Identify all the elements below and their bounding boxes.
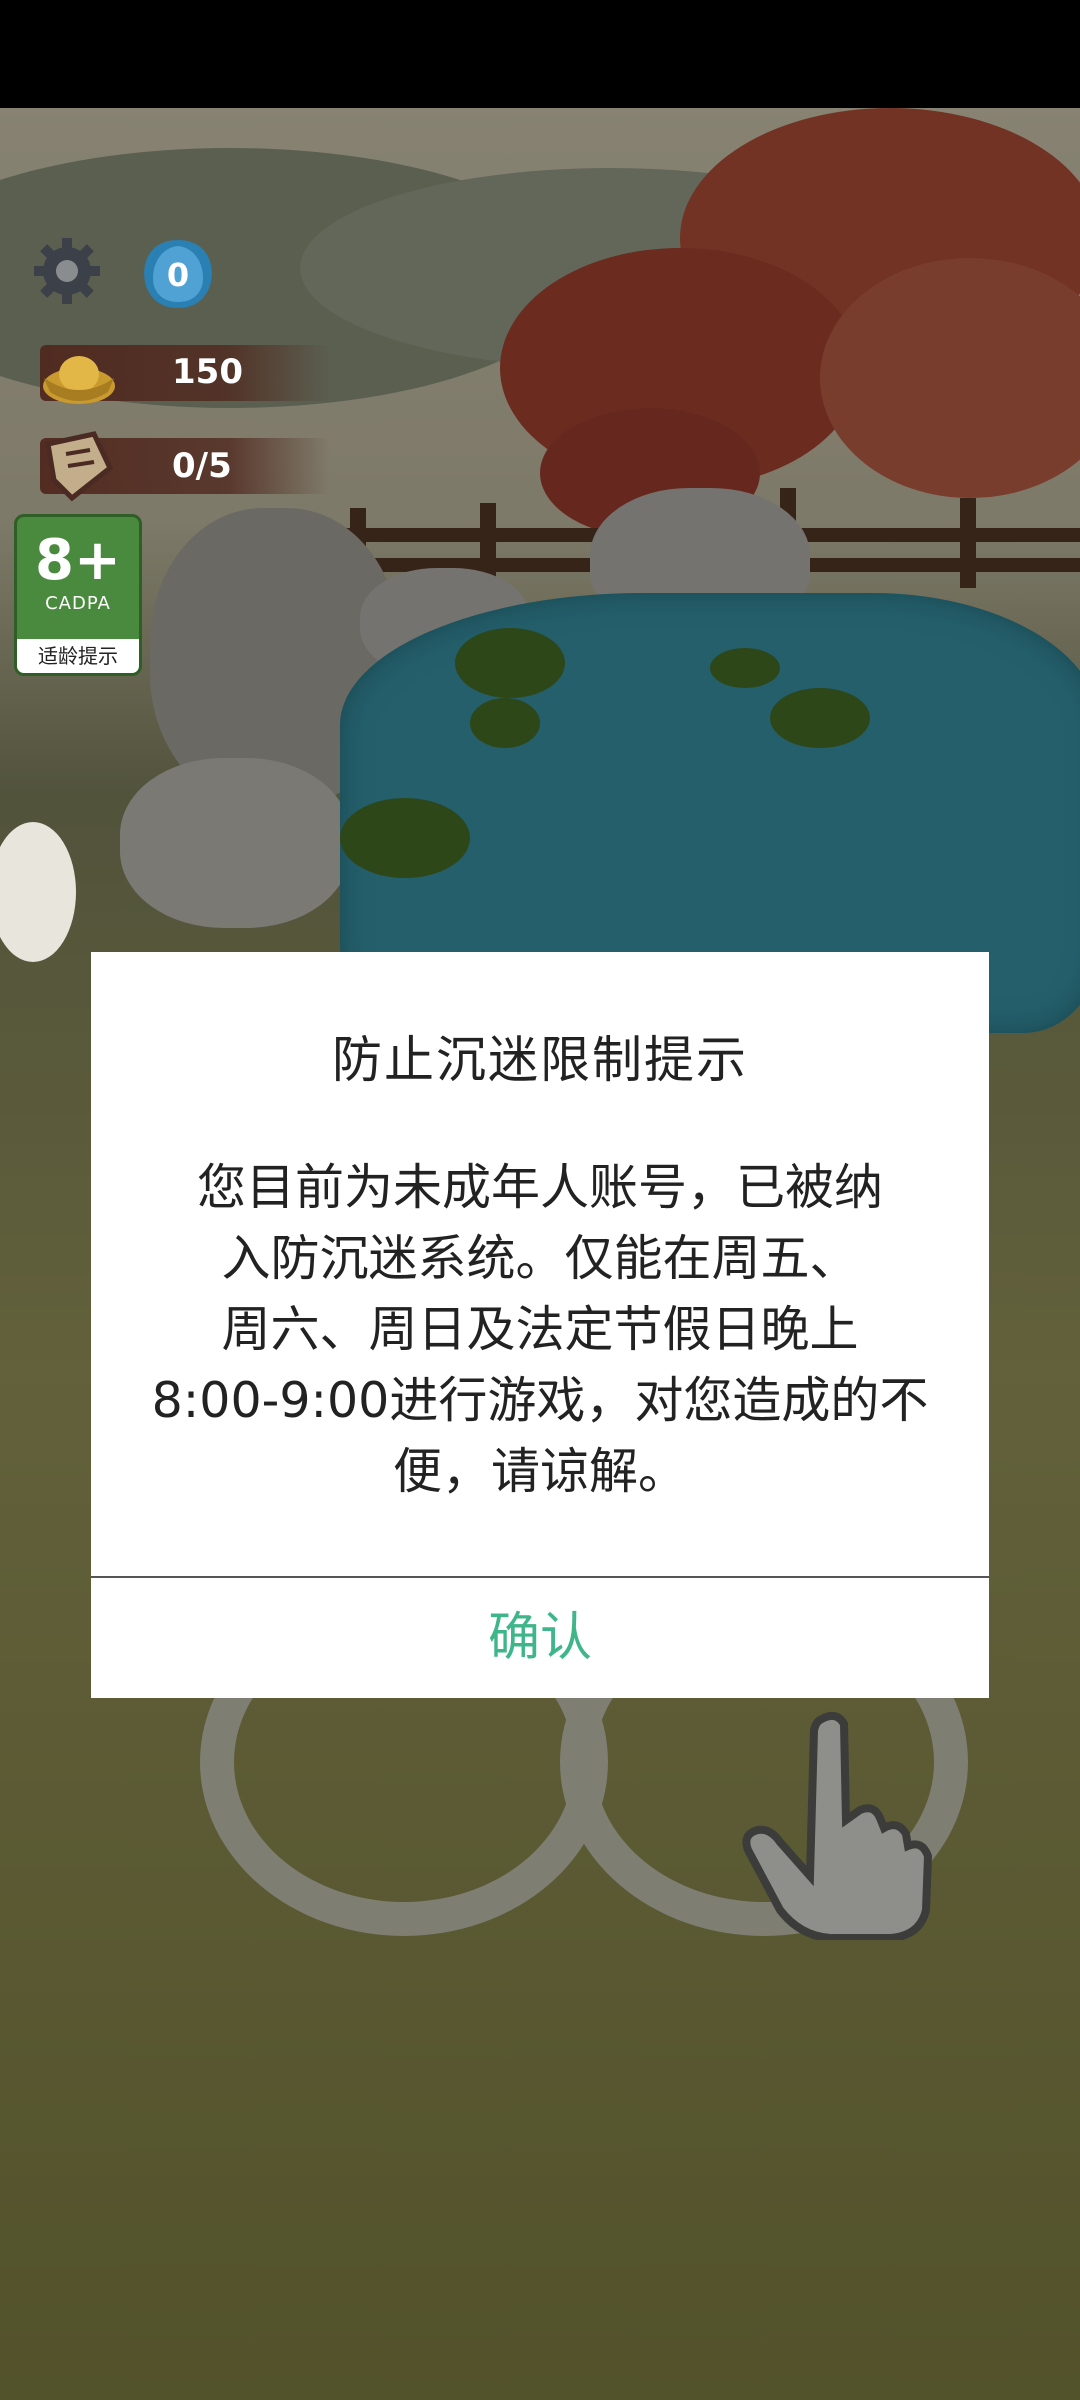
anti-addiction-dialog: 防止沉迷限制提示 您目前为未成年人账号，已被纳 入防沉迷系统。仅能在周五、 周六… xyxy=(91,952,989,1698)
age-rating-tip: 适龄提示 xyxy=(17,639,139,673)
task-count: 0/5 xyxy=(172,446,232,486)
dialog-body-line: 便，请谅解。 xyxy=(392,1443,687,1500)
age-rating-organization: CADPA xyxy=(45,593,111,614)
age-rating-badge[interactable]: 8+ CADPA 适龄提示 xyxy=(14,514,142,676)
dialog-body-line: 您目前为未成年人账号，已被纳 xyxy=(196,1159,883,1216)
dialog-body-line: 入防沉迷系统。仅能在周五、 xyxy=(221,1230,859,1287)
shell-count: 0 xyxy=(166,256,190,294)
dialog-body-line: 8:00-9:00进行游戏，对您造成的不 xyxy=(151,1372,929,1429)
dialog-body: 您目前为未成年人账号，已被纳 入防沉迷系统。仅能在周五、 周六、周日及法定节假日… xyxy=(91,1152,989,1507)
age-rating-number: 8+ xyxy=(35,528,121,593)
task-scroll-icon xyxy=(45,431,114,502)
gold-count: 150 xyxy=(172,352,243,392)
dialog-body-line: 周六、周日及法定节假日晚上 xyxy=(221,1301,859,1358)
dialog-title: 防止沉迷限制提示 xyxy=(332,1031,748,1089)
pointing-hand-icon xyxy=(742,1711,933,1940)
gold-ingot-icon xyxy=(43,356,115,404)
confirm-button[interactable]: 确认 xyxy=(91,1578,989,1698)
gear-icon[interactable] xyxy=(32,236,102,306)
status-bar xyxy=(0,0,1080,108)
